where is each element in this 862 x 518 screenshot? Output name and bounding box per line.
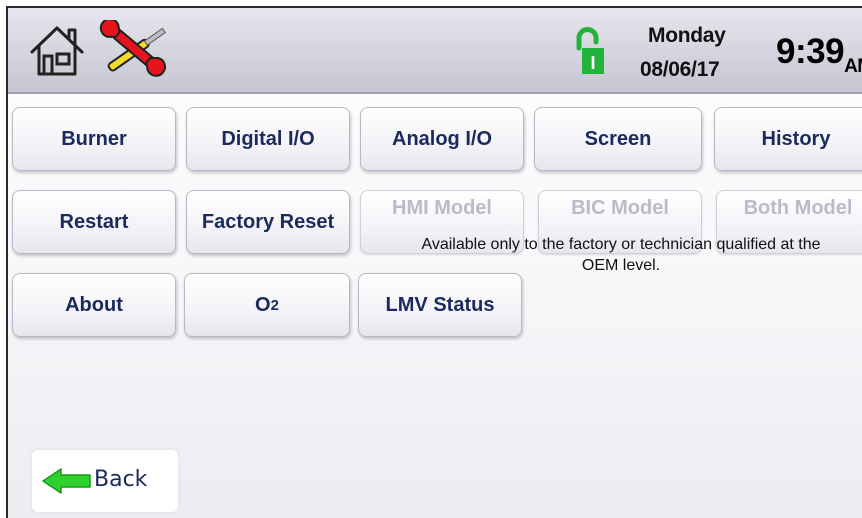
o2-button[interactable]: O2 xyxy=(184,273,350,337)
factory-reset-button[interactable]: Factory Reset xyxy=(186,190,350,254)
screen-button[interactable]: Screen xyxy=(534,107,702,171)
back-button[interactable]: Back xyxy=(32,450,178,512)
back-label: Back xyxy=(94,467,148,492)
clock-ampm: AM xyxy=(844,56,862,77)
analog-io-button[interactable]: Analog I/O xyxy=(360,107,524,171)
tools-icon[interactable] xyxy=(96,20,176,80)
unlocked-padlock-icon: I xyxy=(576,27,604,74)
hmi-model-label: HMI Model xyxy=(392,196,492,219)
both-model-label: Both Model xyxy=(743,196,853,219)
about-button[interactable]: About xyxy=(12,273,176,337)
lmv-status-button[interactable]: LMV Status xyxy=(358,273,522,337)
clock-time: 9:39 xyxy=(776,32,845,71)
day-label: Monday xyxy=(648,24,726,47)
burner-button[interactable]: Burner xyxy=(12,107,176,171)
o2-label: O xyxy=(255,293,271,316)
digital-io-button[interactable]: Digital I/O xyxy=(186,107,350,171)
header-bar: I Monday 08/06/17 9:39AM xyxy=(8,8,862,94)
home-icon[interactable] xyxy=(28,22,86,78)
clock: 9:39AM xyxy=(776,32,862,78)
date-label: 08/06/17 xyxy=(640,58,720,81)
lock-letter: I xyxy=(590,53,595,73)
hmi-screen: I Monday 08/06/17 9:39AM Burner Digital … xyxy=(6,6,862,518)
restriction-notice: Available only to the factory or technic… xyxy=(421,236,821,274)
restart-button[interactable]: Restart xyxy=(12,190,176,254)
history-button[interactable]: History xyxy=(714,107,862,171)
left-arrow-icon xyxy=(42,468,91,494)
o2-subscript: 2 xyxy=(270,296,279,314)
bic-model-label: BIC Model xyxy=(571,196,669,219)
